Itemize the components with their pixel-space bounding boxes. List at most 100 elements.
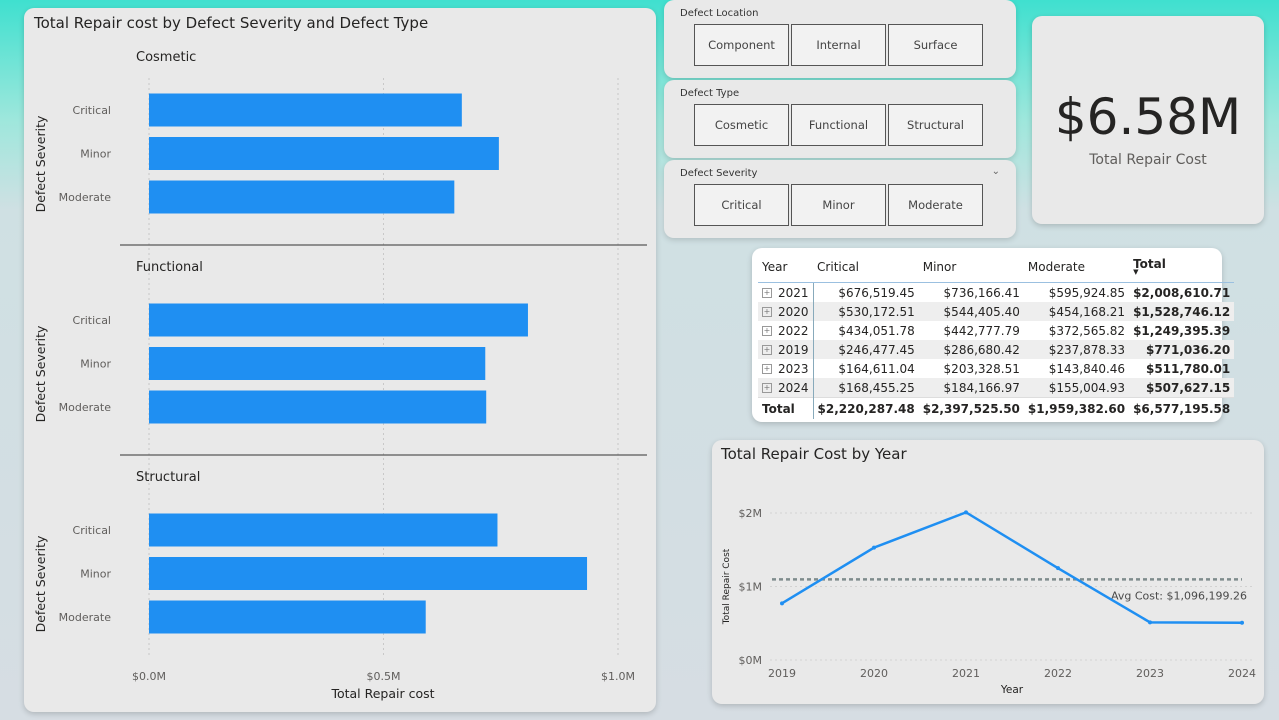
table-row[interactable]: +2023 $164,611.04 $203,328.51 $143,840.46 $5…: [758, 359, 1234, 378]
matrix-header-moderate[interactable]: Moderate: [1023, 254, 1130, 283]
table-row[interactable]: +2024 $168,455.25 $184,166.97 $155,004.93 $5…: [758, 378, 1235, 398]
slicer-option-critical[interactable]: Critical: [694, 184, 789, 226]
slicer-title-location: Defect Location: [680, 8, 759, 19]
matrix-header-minor[interactable]: Minor: [918, 254, 1024, 283]
repair-cost-matrix: Year Critical Minor Moderate Total ▼ +202…: [758, 254, 1235, 419]
slicer-option-component[interactable]: Component: [694, 24, 789, 66]
slicer-option-surface[interactable]: Surface: [888, 24, 983, 66]
panel-title: Structural: [136, 470, 200, 485]
cell-moderate: $454,168.21: [1023, 302, 1130, 321]
cell-total: $771,036.20: [1129, 340, 1235, 359]
y-axis-title: Total Repair Cost: [722, 548, 732, 625]
bar[interactable]: [149, 557, 588, 590]
expand-plus-icon[interactable]: +: [762, 288, 772, 298]
data-point[interactable]: [964, 510, 968, 515]
matrix-header-critical[interactable]: Critical: [813, 254, 919, 283]
cell-critical: $164,611.04: [838, 361, 915, 376]
data-point[interactable]: [872, 545, 876, 550]
expand-plus-icon[interactable]: +: [762, 364, 772, 374]
defect-location-slicer: Defect Location Component Internal Surfa…: [664, 0, 1016, 78]
defect-severity-slicer: Defect Severity ⌄ Critical Minor Moderat…: [664, 160, 1016, 238]
slicer-option-functional[interactable]: Functional: [791, 104, 886, 146]
row-year: 2020: [778, 304, 809, 319]
line-chart-title: Total Repair Cost by Year: [721, 445, 907, 463]
category-label: Critical: [73, 314, 111, 327]
cell-moderate: $155,004.93: [1023, 378, 1130, 398]
row-year-cell: +2020: [758, 302, 814, 321]
cell-moderate: $237,878.33: [1023, 340, 1130, 359]
cell-total: $511,780.01: [1145, 361, 1231, 376]
category-label: Moderate: [59, 191, 112, 204]
row-year: 2021: [778, 285, 809, 300]
cell-total: $507,627.15: [1129, 378, 1235, 398]
cell-total: $2,008,610.71: [1133, 285, 1231, 300]
bar-chart: Cosmetic Defect Severity Critical Minor Mode…: [33, 50, 647, 701]
grand-minor: $2,397,525.50: [918, 397, 1024, 419]
grand-total-row: Total $2,220,287.48 $2,397,525.50 $1,959,38…: [758, 397, 1235, 419]
table-row[interactable]: +2019 $246,477.45 $286,680.42 $237,878.33 $7…: [758, 340, 1235, 359]
y-tick-label: $1M: [739, 581, 763, 594]
cell-minor: $442,777.79: [943, 323, 1020, 338]
cell-critical: $676,519.45: [838, 285, 915, 300]
grand-year: Total: [758, 397, 814, 419]
repair-cost-by-severity-type-card: Cosmetic Defect Severity Critical Minor Mode…: [24, 8, 656, 712]
chevron-down-icon[interactable]: ⌄: [992, 166, 1000, 177]
x-tick-label: 2019: [768, 667, 796, 680]
slicer-option-minor[interactable]: Minor: [791, 184, 886, 226]
slicer-option-internal[interactable]: Internal: [791, 24, 886, 66]
bar[interactable]: [149, 390, 487, 424]
category-label: Critical: [73, 524, 111, 537]
cell-moderate: $595,924.85: [1048, 285, 1126, 300]
bar-chart-title: Total Repair cost by Defect Severity and…: [34, 14, 429, 32]
category-label: Minor: [80, 148, 111, 161]
cell-minor: $203,328.51: [943, 361, 1020, 376]
expand-plus-icon[interactable]: +: [762, 345, 772, 355]
x-tick-label: $1.0M: [601, 670, 635, 683]
expand-plus-icon[interactable]: +: [762, 326, 772, 336]
slicer-option-cosmetic[interactable]: Cosmetic: [694, 104, 789, 146]
row-year-cell: +2024: [758, 378, 814, 398]
row-year: 2019: [778, 342, 809, 357]
panel-title: Cosmetic: [136, 50, 196, 65]
data-point[interactable]: [1240, 620, 1244, 625]
y-tick-label: $2M: [739, 507, 763, 520]
repair-cost-series-line[interactable]: [781, 510, 1243, 624]
data-point[interactable]: [780, 601, 784, 606]
x-tick-label: 2021: [952, 667, 980, 680]
y-axis-title: Defect Severity: [33, 325, 48, 422]
matrix-header-row: Year Critical Minor Moderate Total ▼: [758, 254, 1235, 283]
data-point[interactable]: [1148, 620, 1152, 625]
category-label: Moderate: [59, 401, 112, 414]
cell-moderate: $143,840.46: [1048, 361, 1126, 376]
x-tick-label: 2023: [1136, 667, 1164, 680]
slicer-option-moderate[interactable]: Moderate: [888, 184, 983, 226]
repair-cost-matrix-card: Year Critical Minor Moderate Total ▼ +202…: [752, 248, 1235, 422]
cell-critical: $168,455.25: [813, 378, 919, 398]
slicer-option-structural[interactable]: Structural: [888, 104, 983, 146]
bar[interactable]: [149, 600, 426, 634]
bar[interactable]: [149, 93, 462, 127]
table-row[interactable]: +2020 $530,172.51 $544,405.40 $454,168.21 $1…: [758, 302, 1235, 321]
x-tick-label: $0.5M: [367, 670, 401, 683]
category-label: Minor: [80, 358, 111, 371]
bar[interactable]: [149, 347, 486, 380]
cell-total: $1,249,395.39: [1133, 323, 1231, 338]
x-tick-label: 2020: [860, 667, 888, 680]
bar[interactable]: [149, 303, 528, 337]
row-year-cell: +2022: [758, 321, 814, 340]
expand-plus-icon[interactable]: +: [762, 307, 772, 317]
row-year-cell: +2023: [758, 359, 814, 378]
matrix-header-total[interactable]: Total ▼: [1129, 254, 1235, 283]
total-repair-cost-kpi-card: $6.58M Total Repair Cost: [1032, 16, 1264, 224]
row-year-cell: +2021: [758, 282, 814, 302]
bar[interactable]: [149, 513, 498, 547]
data-point[interactable]: [1056, 566, 1060, 571]
x-tick-label: $0.0M: [132, 670, 166, 683]
table-row[interactable]: +2021 $676,519.45 $736,166.41 $595,924.85 $2…: [758, 282, 1234, 302]
bar[interactable]: [149, 180, 455, 214]
row-year: 2022: [778, 323, 809, 338]
bar[interactable]: [149, 137, 499, 170]
table-row[interactable]: +2022 $434,051.78 $442,777.79 $372,565.82 $1…: [758, 321, 1234, 340]
matrix-header-year[interactable]: Year: [758, 254, 814, 283]
expand-plus-icon[interactable]: +: [762, 383, 772, 393]
